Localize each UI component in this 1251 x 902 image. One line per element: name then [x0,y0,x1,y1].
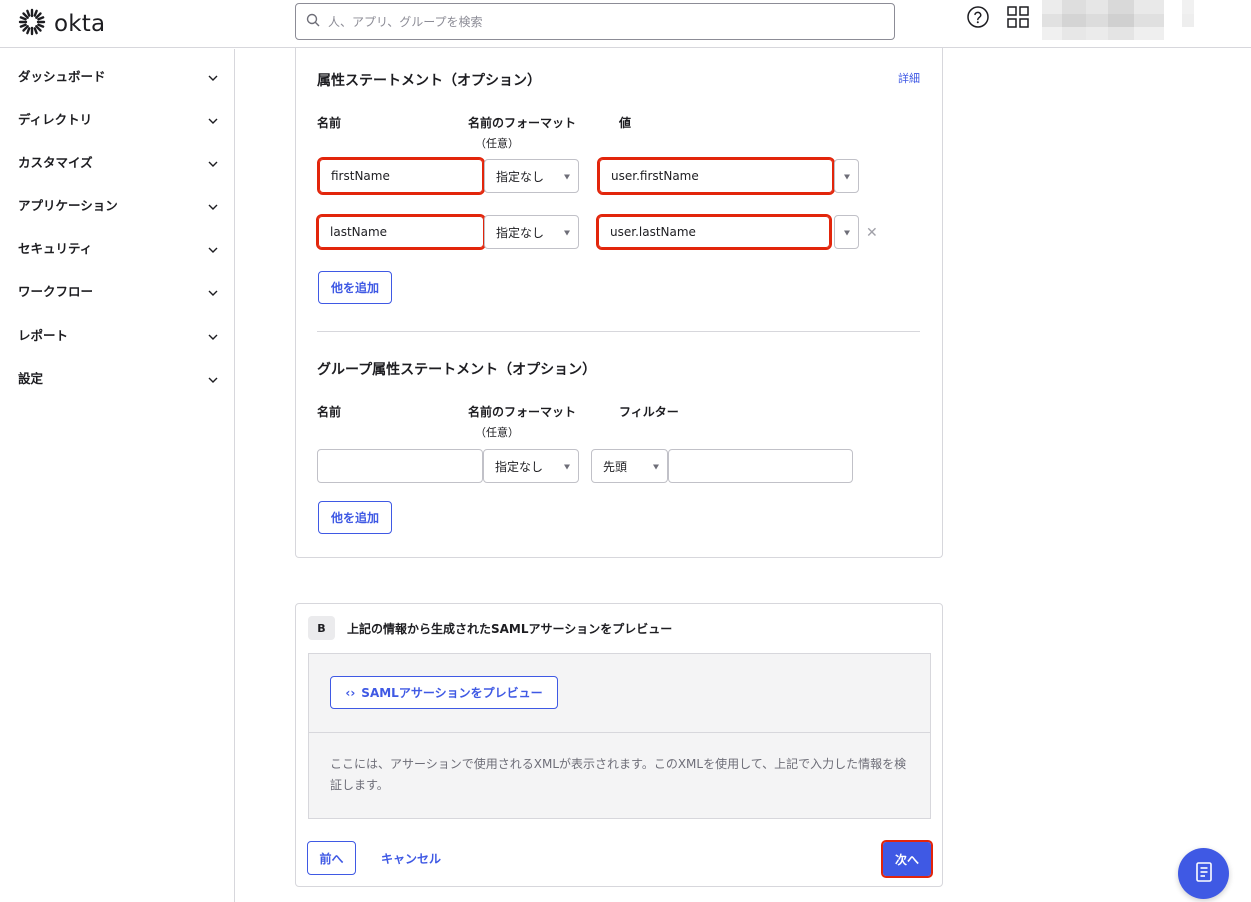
sidebar-item-reports[interactable]: レポート [18,320,218,348]
user-menu[interactable] [1042,0,1202,40]
attribute-statements-panel: 属性ステートメント（オプション） 詳細 名前 名前のフォーマット （任意） 値 … [295,48,943,558]
group-attribute-statements-title: グループ属性ステートメント（オプション） [317,362,597,378]
attribute-value-field[interactable] [596,214,832,250]
attribute-name-field[interactable] [316,214,486,250]
sidebar-item-label: カスタマイズ [18,154,93,170]
sidebar-item-label: アプリケーション [18,197,118,213]
sidebar-item-dashboard[interactable]: ダッシュボード [18,61,218,89]
attribute-name-input[interactable] [331,169,482,183]
col-value-label: 値 [619,116,632,130]
add-group-attribute-button[interactable]: 他を追加 [318,501,392,534]
attribute-format-select[interactable]: 指定なし [484,159,579,193]
sidebar-item-label: セキュリティ [18,240,93,256]
add-attribute-button[interactable]: 他を追加 [318,271,392,304]
help-circle-icon [966,6,990,33]
select-value: 指定なし [496,169,545,184]
step-badge: B [308,616,335,640]
sidebar-item-applications[interactable]: アプリケーション [18,190,218,218]
col-format-sub-label: （任意） [475,137,519,150]
attribute-format-select[interactable]: 指定なし [484,215,579,249]
col-name-label: 名前 [317,405,342,419]
preview-box: ‹› SAMLアサーションをプレビュー ここには、アサーションで使用されるXML… [308,653,931,819]
attribute-value-input[interactable] [610,225,829,239]
col-format-label: 名前のフォーマット [468,405,577,419]
group-format-select[interactable]: 指定なし [483,449,579,483]
group-name-input[interactable] [329,459,482,473]
search-input[interactable] [328,14,868,29]
chevron-down-icon [208,109,218,128]
notebook-icon [1194,861,1214,887]
brand-name: okta [54,11,106,37]
code-icon: ‹› [345,685,356,700]
attribute-value-input[interactable] [611,169,832,183]
preview-saml-button-label: SAMLアサーションをプレビュー [361,686,543,700]
attribute-value-dropdown[interactable] [834,215,859,249]
attribute-name-field[interactable] [317,157,485,195]
search-icon [306,12,320,31]
section-divider [317,331,920,332]
help-button[interactable] [966,5,990,29]
chevron-down-icon [208,325,218,344]
chevron-down-icon [208,368,218,387]
grid-apps-icon [1006,6,1030,33]
col-name-label: 名前 [317,116,342,130]
caret-down-icon [564,464,570,470]
caret-down-icon [844,174,850,180]
okta-logo[interactable]: okta [18,8,105,40]
select-value: 先頭 [603,459,628,474]
preview-divider [309,732,930,733]
col-format-label: 名前のフォーマット [468,116,577,130]
okta-sunburst-icon [18,8,46,40]
group-filter-value-field[interactable] [668,449,853,483]
sidebar-item-label: ディレクトリ [18,111,93,127]
chevron-down-icon [208,195,218,214]
saml-preview-panel: B 上記の情報から生成されたSAMLアサーションをプレビュー ‹› SAMLアサ… [295,603,943,887]
cancel-button[interactable]: キャンセル [381,850,441,867]
sidebar-item-label: 設定 [18,370,44,386]
sidebar-item-settings[interactable]: 設定 [18,363,218,391]
chevron-down-icon [208,66,218,85]
preview-saml-button[interactable]: ‹› SAMLアサーションをプレビュー [330,676,558,709]
sidebar-item-workflow[interactable]: ワークフロー [18,276,218,304]
sidebar-item-label: ワークフロー [18,283,94,299]
preview-description: ここには、アサーションで使用されるXMLが表示されます。このXMLを使用して、上… [330,757,907,792]
sidebar-item-customize[interactable]: カスタマイズ [18,147,218,175]
caret-down-icon [844,230,850,236]
next-button[interactable]: 次へ [881,840,933,878]
prev-button[interactable]: 前へ [307,841,356,875]
select-value: 指定なし [496,225,545,240]
remove-row-icon[interactable]: ✕ [866,225,878,241]
sidebar-item-directory[interactable]: ディレクトリ [18,104,218,132]
caret-down-icon [564,174,570,180]
top-bar: okta [0,0,1251,48]
caret-down-icon [653,464,659,470]
group-name-field[interactable] [317,449,483,483]
group-filter-value-input[interactable] [680,459,852,473]
sidebar-item-security[interactable]: セキュリティ [18,233,218,261]
global-search[interactable] [295,3,895,40]
select-value: 指定なし [495,459,544,474]
attribute-value-field[interactable] [597,157,835,195]
sidebar-nav: ダッシュボード ディレクトリ カスタマイズ アプリケーション セキュリティ ワー… [0,49,235,902]
chevron-down-icon [208,281,218,300]
sidebar-item-label: レポート [18,327,69,343]
chevron-down-icon [208,238,218,257]
preview-title: 上記の情報から生成されたSAMLアサーションをプレビュー [347,622,673,636]
chevron-down-icon [208,152,218,171]
detail-link[interactable]: 詳細 [898,70,920,86]
caret-down-icon [564,230,570,236]
col-filter-label: フィルター [619,405,679,419]
attribute-statements-title: 属性ステートメント（オプション） [317,73,541,89]
col-format-sub-label: （任意） [475,426,519,439]
attribute-value-dropdown[interactable] [834,159,859,193]
group-filter-type-select[interactable]: 先頭 [591,449,668,483]
attribute-name-input[interactable] [330,225,483,239]
notes-fab-button[interactable] [1178,848,1229,899]
sidebar-item-label: ダッシュボード [18,68,106,84]
apps-button[interactable] [1006,5,1030,29]
